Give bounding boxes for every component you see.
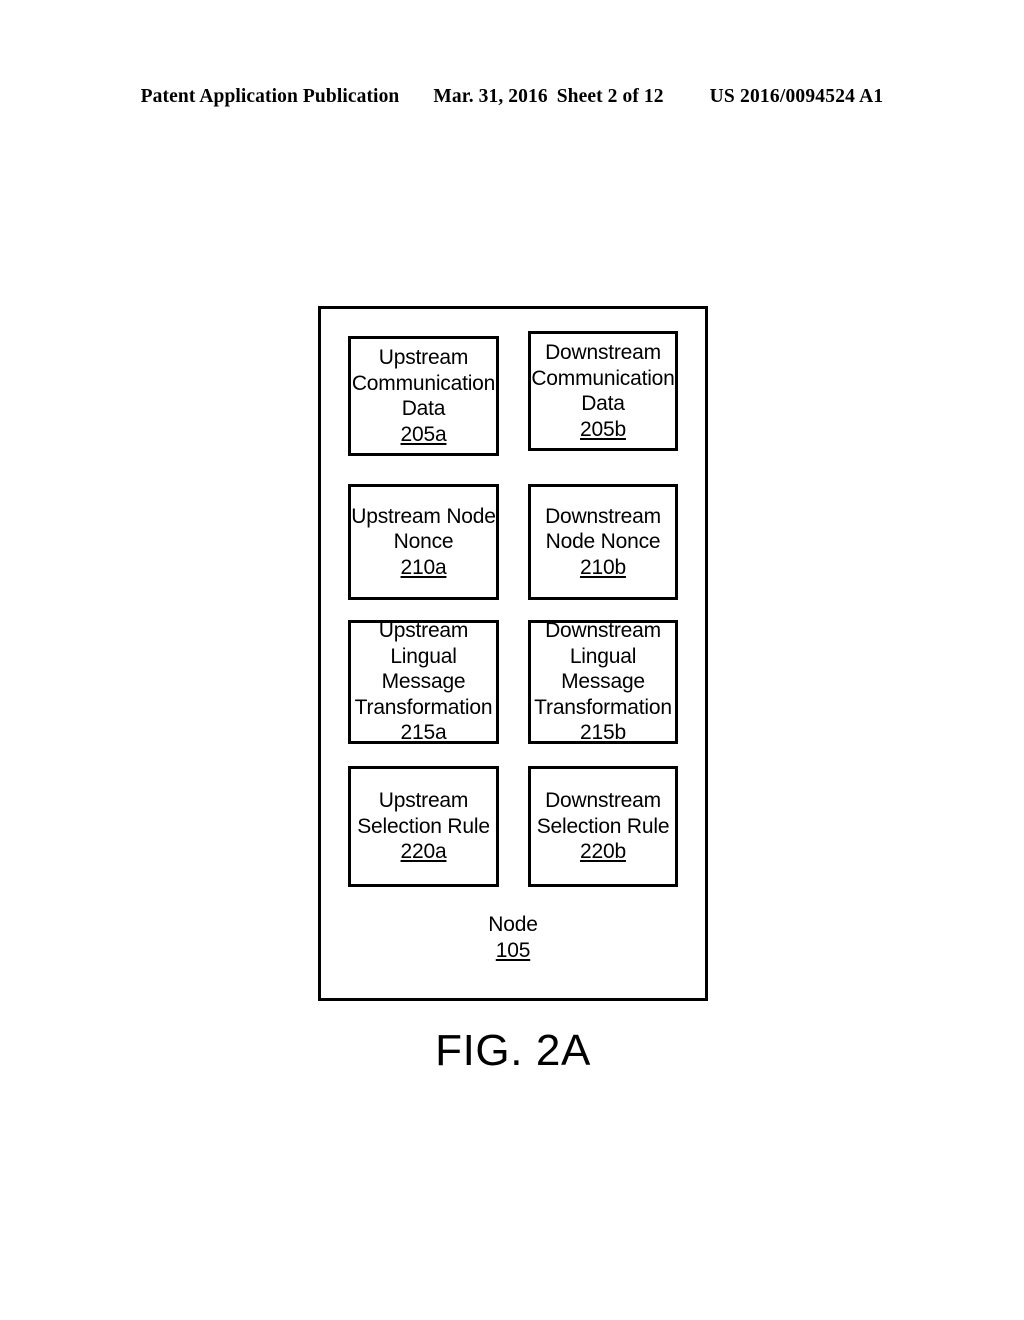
figure-caption: FIG. 2A: [435, 1026, 591, 1075]
component-box-220b: Downstream Selection Rule 220b: [528, 766, 678, 887]
component-line: Transformation: [534, 695, 672, 719]
node-reference-numeral: 105: [495, 938, 531, 962]
component-line: Communication: [351, 371, 496, 395]
component-reference-numeral: 210a: [400, 555, 447, 579]
component-line: Downstream: [545, 504, 661, 528]
component-reference-numeral: 220b: [580, 840, 626, 864]
figure-2a: Upstream Communication Data 205a Downstr…: [0, 0, 1024, 1320]
component-box-210b: Downstream Node Nonce 210b: [528, 484, 678, 600]
component-line: Data: [581, 392, 625, 415]
component-reference-numeral: 210b: [580, 555, 626, 579]
component-reference-numeral: 215b: [580, 721, 626, 745]
component-line: Nonce: [393, 530, 454, 554]
component-line: Upstream: [378, 346, 469, 369]
component-box-210a: Upstream Node Nonce 210a: [348, 484, 499, 600]
component-line: Transformation: [354, 695, 493, 719]
component-line: Downstream: [545, 341, 661, 364]
component-line: Communication: [531, 366, 675, 390]
component-line: Selection Rule: [536, 814, 670, 838]
component-reference-numeral: 205a: [400, 422, 447, 446]
component-line: Selection Rule: [357, 814, 490, 838]
component-line: Lingual: [569, 644, 637, 668]
component-reference-numeral: 220a: [400, 840, 447, 864]
component-line: Message: [561, 670, 645, 694]
component-reference-numeral: 205b: [580, 417, 626, 441]
component-line: Downstream: [545, 619, 661, 643]
component-line: Downstream: [545, 789, 661, 813]
component-box-205b: Downstream Communication Data 205b: [528, 331, 678, 451]
component-line: Upstream: [378, 789, 469, 813]
node-label-text: Node: [488, 913, 538, 936]
component-box-220a: Upstream Selection Rule 220a: [348, 766, 499, 887]
component-box-215a: Upstream Lingual Message Transformation …: [348, 619, 499, 745]
component-line: Message: [381, 670, 466, 694]
component-box-205a: Upstream Communication Data 205a: [348, 336, 499, 456]
component-line: Upstream Node: [351, 504, 496, 528]
component-line: Node Nonce: [545, 530, 661, 554]
component-reference-numeral: 215a: [400, 721, 447, 745]
component-line: Upstream: [378, 619, 469, 643]
component-line: Lingual: [390, 644, 457, 668]
component-line: Data: [401, 397, 446, 420]
component-box-215b: Downstream Lingual Message Transformatio…: [528, 619, 678, 745]
node-label: Node 105: [318, 912, 708, 963]
